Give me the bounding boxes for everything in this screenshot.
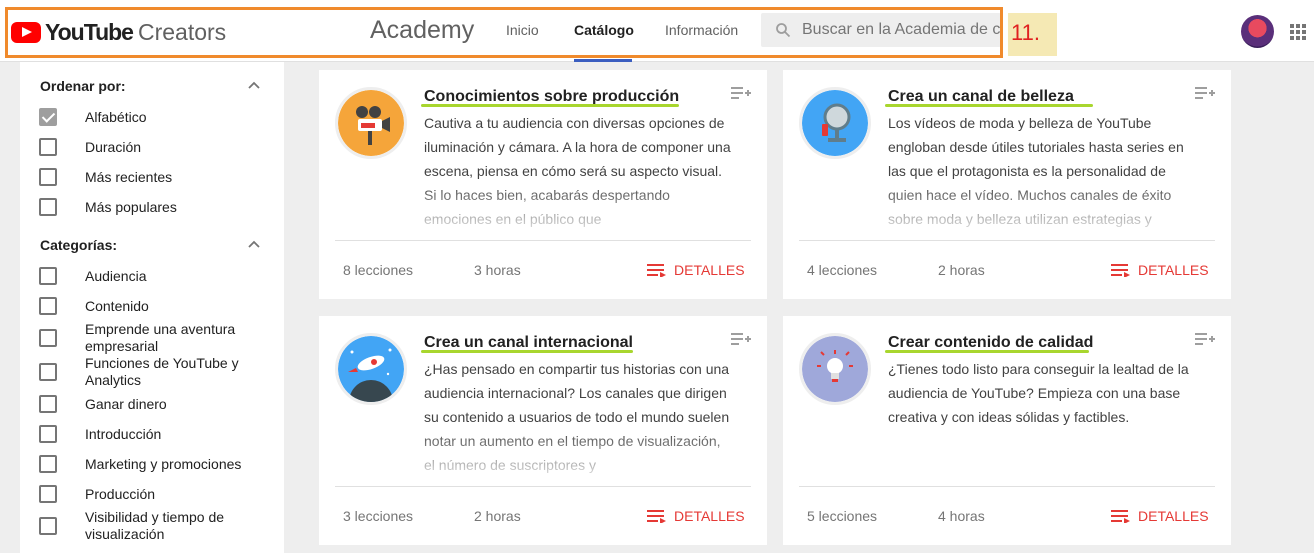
card-description: Los vídeos de moda y belleza de YouTube … — [888, 115, 1184, 227]
divider — [799, 240, 1215, 241]
details-label: DETALLES — [1138, 508, 1209, 524]
option-label: Más recientes — [85, 168, 173, 185]
category-option[interactable]: Producción — [39, 485, 265, 503]
option-label: Funciones de YouTube y Analytics — [85, 355, 239, 388]
add-to-playlist-icon[interactable] — [1195, 86, 1215, 100]
checkbox[interactable] — [39, 517, 57, 535]
sort-option-recientes[interactable]: Más recientes — [39, 168, 265, 186]
details-label: DETALLES — [674, 508, 745, 524]
duration: 2 horas — [474, 508, 521, 524]
option-label: Visibilidad y tiempo de visualización — [85, 509, 225, 542]
option-label: Alfabético — [85, 108, 147, 125]
checkbox[interactable] — [39, 108, 57, 126]
chevron-up-icon[interactable] — [248, 240, 260, 248]
annotation-step-label: 11. — [1008, 13, 1057, 56]
details-button[interactable]: DETALLES — [647, 508, 745, 524]
title-highlight-mark — [421, 104, 679, 107]
duration: 2 horas — [938, 262, 985, 278]
card-description: Cautiva a tu audiencia con diversas opci… — [424, 115, 731, 227]
option-label: Producción — [85, 485, 156, 502]
add-to-playlist-icon[interactable] — [731, 86, 751, 100]
sort-option-alfabetico[interactable]: Alfabético — [39, 108, 265, 126]
lightbulb-icon — [799, 333, 871, 405]
details-list-icon — [647, 510, 666, 523]
checkbox[interactable] — [39, 329, 57, 347]
checkbox[interactable] — [39, 363, 57, 381]
course-card[interactable]: Crear contenido de calidad ¿Tienes todo … — [783, 316, 1231, 545]
checkbox[interactable] — [39, 267, 57, 285]
course-card[interactable]: Conocimientos sobre producción Cautiva a… — [319, 70, 767, 299]
annotation-highlight-box — [5, 7, 1003, 58]
option-label: Emprende una aventura empresarial — [85, 321, 236, 354]
sort-option-populares[interactable]: Más populares — [39, 198, 265, 216]
checkbox[interactable] — [39, 395, 57, 413]
lessons-count: 4 lecciones — [807, 262, 878, 278]
avatar[interactable] — [1241, 15, 1274, 48]
category-option[interactable]: Emprende una aventura empresarial — [39, 321, 265, 355]
add-to-playlist-icon[interactable] — [1195, 332, 1215, 346]
details-list-icon — [1111, 510, 1130, 523]
details-label: DETALLES — [1138, 262, 1209, 278]
details-button[interactable]: DETALLES — [1111, 508, 1209, 524]
details-label: DETALLES — [674, 262, 745, 278]
option-label: Contenido — [85, 297, 149, 314]
filter-sidebar: Ordenar por: Alfabético Duración Más rec… — [20, 62, 284, 553]
checkbox[interactable] — [39, 297, 57, 315]
card-description: ¿Tienes todo listo para conseguir la lea… — [888, 361, 1189, 425]
add-to-playlist-icon[interactable] — [731, 332, 751, 346]
category-option[interactable]: Introducción — [39, 425, 265, 443]
active-tab-indicator — [574, 59, 632, 62]
course-card[interactable]: Crea un canal internacional ¿Has pensado… — [319, 316, 767, 545]
checkbox[interactable] — [39, 455, 57, 473]
option-label: Marketing y promociones — [85, 455, 242, 472]
card-description: ¿Has pensado en compartir tus historias … — [424, 361, 730, 473]
checkbox[interactable] — [39, 138, 57, 156]
lessons-count: 5 lecciones — [807, 508, 878, 524]
option-label: Audiencia — [85, 267, 147, 284]
details-button[interactable]: DETALLES — [1111, 262, 1209, 278]
checkbox[interactable] — [39, 425, 57, 443]
details-list-icon — [647, 264, 666, 277]
category-option[interactable]: Funciones de YouTube y Analytics — [39, 355, 265, 389]
mirror-icon — [799, 87, 871, 159]
title-highlight-mark — [885, 350, 1089, 353]
camera-icon — [335, 87, 407, 159]
option-label: Ganar dinero — [85, 395, 167, 412]
category-option[interactable]: Marketing y promociones — [39, 455, 265, 473]
rocket-icon — [335, 333, 407, 405]
title-highlight-mark — [421, 350, 633, 353]
duration: 3 horas — [474, 262, 521, 278]
checkbox[interactable] — [39, 198, 57, 216]
divider — [335, 486, 751, 487]
category-option[interactable]: Ganar dinero — [39, 395, 265, 413]
divider — [335, 240, 751, 241]
apps-grid-icon[interactable] — [1290, 24, 1306, 40]
option-label: Introducción — [85, 425, 162, 442]
categories-section-title: Categorías: — [40, 237, 118, 253]
option-label: Más populares — [85, 198, 177, 215]
divider — [799, 486, 1215, 487]
checkbox[interactable] — [39, 485, 57, 503]
option-label: Duración — [85, 138, 142, 155]
lessons-count: 3 lecciones — [343, 508, 414, 524]
category-option[interactable]: Audiencia — [39, 267, 265, 285]
course-card[interactable]: Crea un canal de belleza Los vídeos de m… — [783, 70, 1231, 299]
checkbox[interactable] — [39, 168, 57, 186]
category-option[interactable]: Visibilidad y tiempo de visualización — [39, 509, 265, 543]
sort-option-duracion[interactable]: Duración — [39, 138, 265, 156]
details-list-icon — [1111, 264, 1130, 277]
lessons-count: 8 lecciones — [343, 262, 414, 278]
duration: 4 horas — [938, 508, 985, 524]
sort-section-title: Ordenar por: — [40, 78, 126, 94]
details-button[interactable]: DETALLES — [647, 262, 745, 278]
title-highlight-mark — [885, 104, 1093, 107]
chevron-up-icon[interactable] — [248, 81, 260, 89]
category-option[interactable]: Contenido — [39, 297, 265, 315]
